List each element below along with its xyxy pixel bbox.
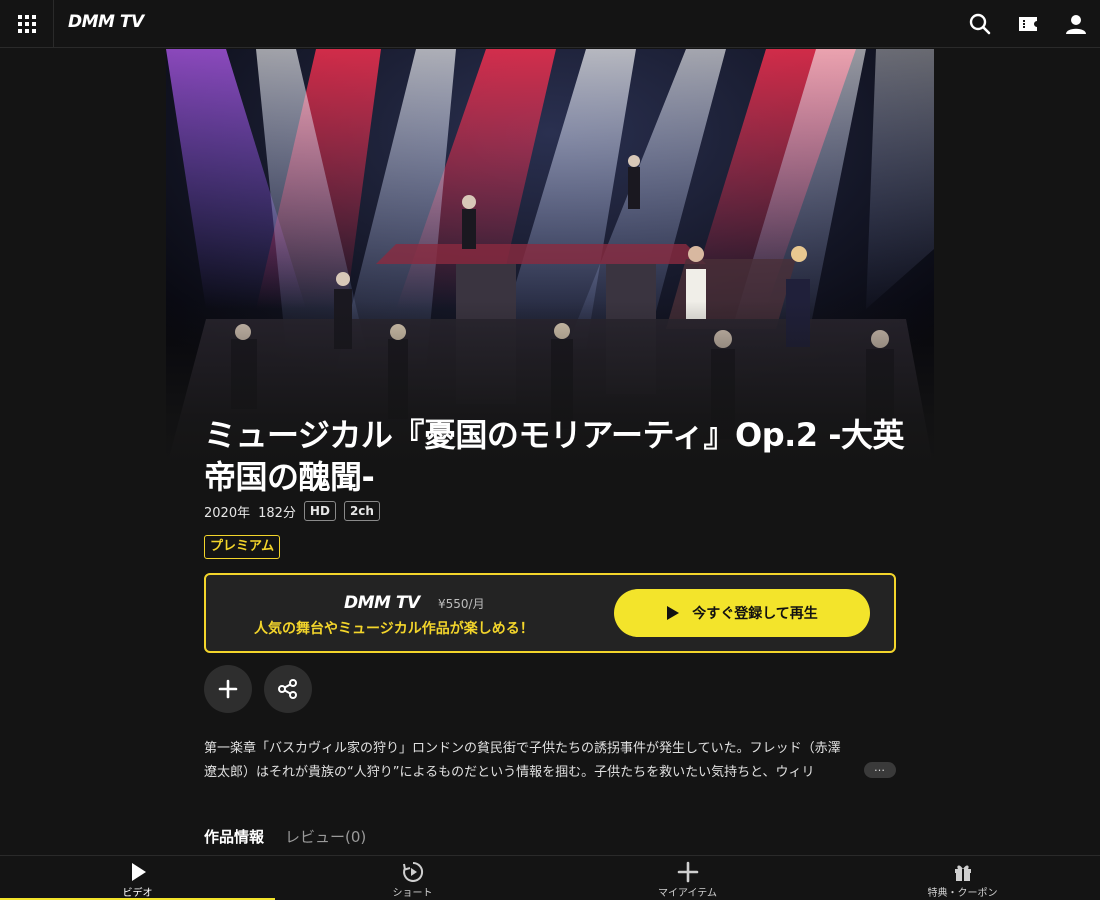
hero-gradient-overlay	[166, 49, 934, 469]
nav-label: ショート	[392, 888, 433, 899]
grid-menu-button[interactable]	[0, 0, 54, 48]
ticket-icon	[1019, 17, 1037, 31]
account-button[interactable]	[1064, 12, 1088, 36]
ticket-button[interactable]	[1016, 12, 1040, 36]
audio-channel-badge: 2ch	[343, 501, 380, 521]
play-icon	[131, 863, 146, 881]
description-line: 遼太郎）はそれが貴族の“人狩り”によるものだという情報を掴む。子供たちを救いたい…	[204, 765, 815, 780]
premium-badge: プレミアム	[204, 535, 281, 559]
description-line: 第一楽章「バスカヴィル家の狩り」ロンドンの貧民街で子供たちの誘拐事件が発生してい…	[204, 741, 841, 756]
nav-label: 特典・クーポン	[927, 888, 998, 899]
duration: 182分	[258, 505, 296, 521]
gift-icon	[954, 865, 971, 881]
grid-menu-icon	[17, 15, 36, 33]
promo-tagline: 人気の舞台やミュージカル作品が楽しめる！	[254, 621, 534, 637]
add-to-my-items-button[interactable]	[204, 665, 252, 713]
hero-image	[166, 49, 934, 469]
play-icon	[667, 606, 680, 620]
promo-logo: DMM TV	[344, 593, 420, 613]
share-button[interactable]	[264, 665, 312, 713]
nav-label: マイアイテム	[658, 888, 717, 899]
plus-icon	[218, 679, 238, 699]
plus-icon	[677, 861, 698, 883]
cta-label: 今すぐ登録して再生	[692, 606, 818, 622]
bottom-navigation: ビデオ ショート マイアイテム 特典・クーポン	[0, 855, 1100, 900]
nav-item-video[interactable]: ビデオ	[0, 856, 275, 900]
nav-item-short[interactable]: ショート	[275, 856, 550, 900]
nav-item-my-items[interactable]: マイアイテム	[550, 856, 825, 900]
user-icon	[1066, 15, 1086, 34]
subscription-promo: DMM TV ¥550/月 人気の舞台やミュージカル作品が楽しめる！ 今すぐ登録…	[204, 573, 896, 653]
content-description: 第一楽章「バスカヴィル家の狩り」ロンドンの貧民街で子供たちの誘拐事件が発生してい…	[204, 737, 896, 785]
content-meta: 2020年 182分 HD 2ch	[204, 500, 380, 522]
share-icon	[278, 679, 297, 699]
nav-item-perks-coupons[interactable]: 特典・クーポン	[825, 856, 1100, 900]
expand-description-button[interactable]: …	[864, 762, 896, 778]
hd-badge: HD	[303, 501, 336, 521]
subscribe-and-play-button[interactable]: 今すぐ登録して再生	[614, 589, 870, 637]
top-header: DMM TV	[0, 0, 1100, 48]
tab-work-info[interactable]: 作品情報	[204, 826, 264, 847]
nav-label: ビデオ	[122, 888, 153, 899]
content-title: ミュージカル『憂国のモリアーティ』Op.2 -大英帝国の醜聞-	[204, 416, 904, 496]
search-icon	[969, 13, 991, 35]
tab-reviews[interactable]: レビュー(0)	[285, 826, 366, 847]
search-button[interactable]	[968, 12, 992, 36]
dmm-tv-logo[interactable]: DMM TV	[68, 12, 144, 32]
promo-price: ¥550/月	[438, 597, 485, 611]
short-play-icon	[402, 861, 423, 882]
release-year: 2020年	[204, 505, 251, 521]
